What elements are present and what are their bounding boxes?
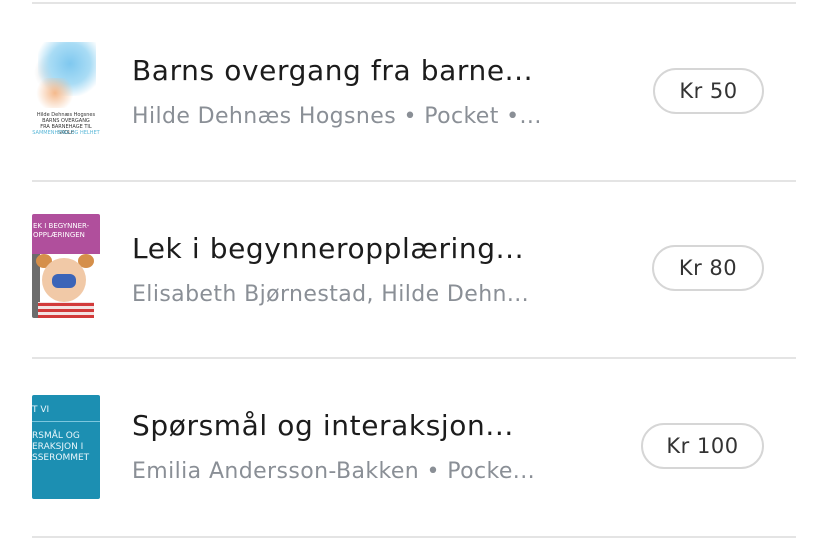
cover-tagline: SAMMENHENG OG HELHET: [32, 130, 100, 136]
book-cover: Hilde Dehnæs Hogsnes BARNS OVERGANG FRA …: [32, 42, 100, 146]
book-list: Hilde Dehnæs Hogsnes BARNS OVERGANG FRA …: [0, 0, 828, 540]
book-row[interactable]: EK I BEGYNNER- OPPLÆRINGEN Lek i begynne…: [0, 182, 828, 358]
book-row[interactable]: Hilde Dehnæs Hogsnes BARNS OVERGANG FRA …: [0, 4, 828, 180]
book-cover: EK I BEGYNNER- OPPLÆRINGEN: [32, 214, 100, 318]
divider: [32, 536, 796, 538]
cover-title-2: ERAKSJON I: [32, 442, 84, 452]
cover-title: RSMÅL OG: [32, 431, 80, 441]
book-meta: Hilde Dehnæs Hogsnes • Pocket •...: [132, 104, 542, 129]
book-meta: Elisabeth Bjørnestad, Hilde Dehn...: [132, 282, 530, 307]
book-title[interactable]: Barns overgang fra barne...: [132, 54, 533, 87]
book-title[interactable]: Spørsmål og interaksjon...: [132, 409, 514, 442]
cover-title: EK I BEGYNNER- OPPLÆRINGEN: [33, 222, 90, 239]
book-cover: T VI RSMÅL OG ERAKSJON I SSEROMMET: [32, 395, 100, 499]
cover-title-3: SSEROMMET: [32, 453, 90, 463]
book-row[interactable]: T VI RSMÅL OG ERAKSJON I SSEROMMET Spørs…: [0, 359, 828, 535]
book-meta: Emilia Andersson-Bakken • Pocke...: [132, 459, 535, 484]
price-button[interactable]: Kr 50: [653, 68, 764, 114]
price-button[interactable]: Kr 80: [652, 245, 764, 291]
cover-series: T VI: [32, 405, 50, 415]
book-title[interactable]: Lek i begynneropplæring...: [132, 232, 524, 265]
price-button[interactable]: Kr 100: [641, 423, 764, 469]
